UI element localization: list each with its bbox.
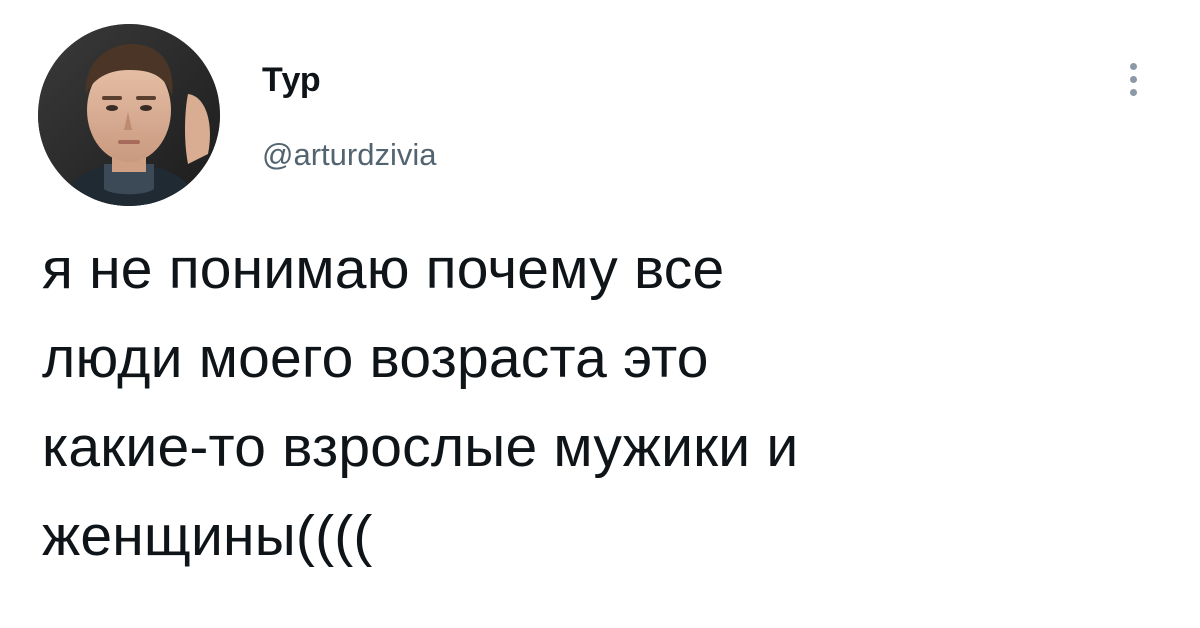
more-vertical-icon — [1129, 88, 1137, 96]
tweet-text-line: я не понимаю почему все — [42, 237, 725, 301]
tweet-card: Тур @arturdzivia я не понимаю почему все… — [0, 0, 1200, 628]
tweet-text-line: какие-то взрослые мужики и — [42, 415, 799, 479]
tweet-text-line: люди моего возраста это — [42, 326, 709, 390]
more-vertical-icon — [1129, 62, 1137, 70]
more-vertical-icon — [1129, 75, 1137, 83]
author-handle[interactable]: @arturdzivia — [262, 136, 436, 174]
tweet-text-line: женщины(((( — [42, 504, 373, 568]
author-display-name[interactable]: Тур — [262, 60, 321, 100]
avatar-photo — [38, 24, 220, 206]
more-options-button[interactable] — [1118, 52, 1148, 106]
author-avatar[interactable] — [38, 24, 220, 206]
tweet-text: я не понимаю почему все люди моего возра… — [42, 225, 1152, 581]
